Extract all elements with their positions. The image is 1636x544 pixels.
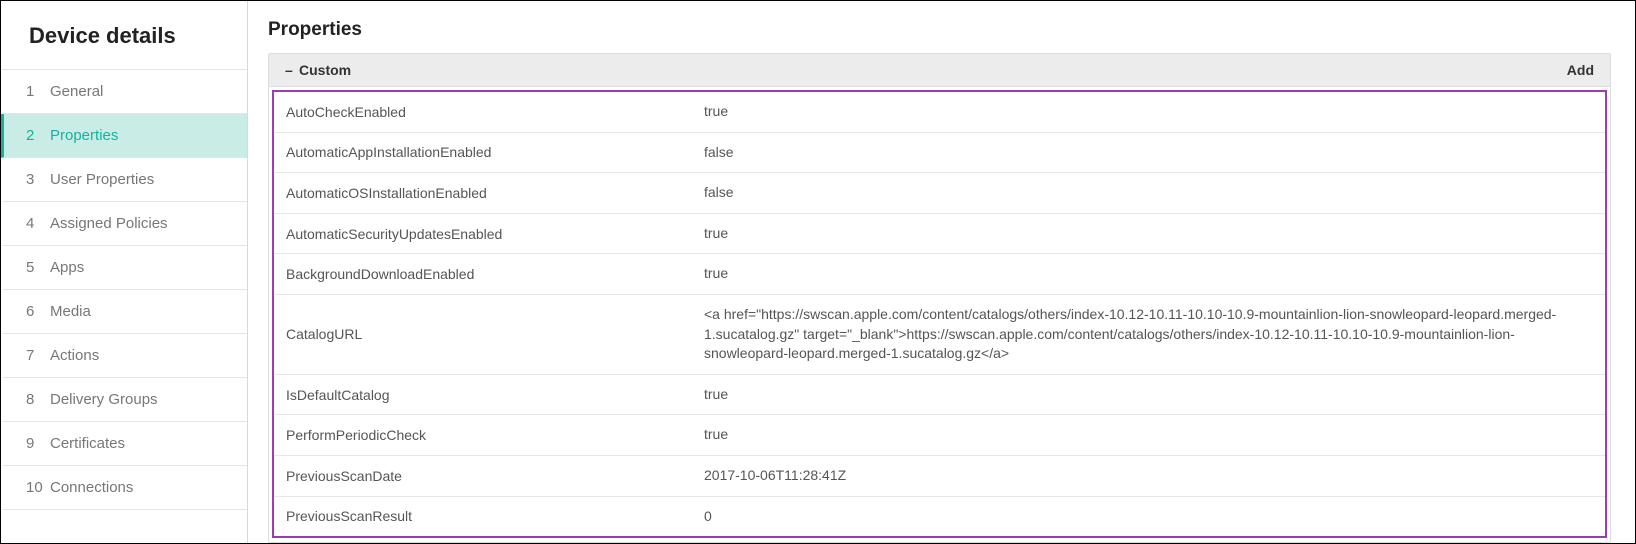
properties-highlight-box: AutoCheckEnabled true AutomaticAppInstal… — [272, 90, 1607, 538]
nav-item-label: General — [50, 83, 103, 100]
property-value: false — [704, 133, 1605, 173]
property-value: 2017-10-06T11:28:41Z — [704, 456, 1605, 496]
property-value: 0 — [704, 497, 1605, 537]
sidebar-item-properties[interactable]: 2 Properties — [1, 114, 247, 158]
add-button[interactable]: Add — [1567, 62, 1594, 78]
page-title: Properties — [268, 19, 1611, 41]
nav-item-number: 8 — [26, 391, 50, 408]
property-value: true — [704, 92, 1605, 132]
property-value: false — [704, 173, 1605, 213]
property-key: PerformPeriodicCheck — [274, 417, 704, 453]
sidebar-item-certificates[interactable]: 9 Certificates — [1, 422, 247, 466]
nav-item-label: Apps — [50, 259, 84, 276]
nav-item-label: Connections — [50, 479, 133, 496]
property-key: IsDefaultCatalog — [274, 377, 704, 413]
sidebar-item-connections[interactable]: 10 Connections — [1, 466, 247, 510]
custom-section: – Custom Add AutoCheckEnabled true Autom… — [268, 53, 1611, 543]
nav-item-number: 10 — [26, 479, 50, 496]
sidebar-item-assigned-policies[interactable]: 4 Assigned Policies — [1, 202, 247, 246]
nav-item-label: Assigned Policies — [50, 215, 168, 232]
property-row[interactable]: PreviousScanResult 0 — [274, 497, 1605, 537]
collapse-icon[interactable]: – — [285, 62, 295, 78]
nav-item-number: 3 — [26, 171, 50, 188]
property-row[interactable]: CatalogURL <a href="https://swscan.apple… — [274, 295, 1605, 375]
property-value: true — [704, 375, 1605, 415]
nav-item-label: User Properties — [50, 171, 154, 188]
property-key: PreviousScanDate — [274, 458, 704, 494]
property-row[interactable]: AutomaticAppInstallationEnabled false — [274, 133, 1605, 174]
nav-item-label: Actions — [50, 347, 99, 364]
nav-item-number: 4 — [26, 215, 50, 232]
property-key: CatalogURL — [274, 316, 704, 352]
property-row[interactable]: IsDefaultCatalog true — [274, 375, 1605, 416]
nav-item-label: Delivery Groups — [50, 391, 158, 408]
section-body: AutoCheckEnabled true AutomaticAppInstal… — [269, 87, 1610, 542]
property-row[interactable]: AutomaticSecurityUpdatesEnabled true — [274, 214, 1605, 255]
sidebar-item-apps[interactable]: 5 Apps — [1, 246, 247, 290]
sidebar-item-actions[interactable]: 7 Actions — [1, 334, 247, 378]
property-row[interactable]: AutoCheckEnabled true — [274, 92, 1605, 133]
property-row[interactable]: PerformPeriodicCheck true — [274, 415, 1605, 456]
property-key: AutomaticSecurityUpdatesEnabled — [274, 216, 704, 252]
nav-item-number: 7 — [26, 347, 50, 364]
nav-item-label: Properties — [50, 127, 118, 144]
section-header[interactable]: – Custom Add — [269, 54, 1610, 87]
property-key: AutomaticOSInstallationEnabled — [274, 175, 704, 211]
nav-item-label: Certificates — [50, 435, 125, 452]
nav-item-number: 6 — [26, 303, 50, 320]
property-value: <a href="https://swscan.apple.com/conten… — [704, 295, 1605, 374]
sidebar: Device details 1 General 2 Properties 3 … — [1, 1, 248, 543]
nav-item-number: 9 — [26, 435, 50, 452]
sidebar-title: Device details — [1, 1, 247, 70]
property-key: BackgroundDownloadEnabled — [274, 256, 704, 292]
nav-item-number: 1 — [26, 83, 50, 100]
property-key: AutoCheckEnabled — [274, 94, 704, 130]
property-value: true — [704, 214, 1605, 254]
nav-item-number: 5 — [26, 259, 50, 276]
property-value: true — [704, 415, 1605, 455]
property-row[interactable]: PreviousScanDate 2017-10-06T11:28:41Z — [274, 456, 1605, 497]
property-row[interactable]: BackgroundDownloadEnabled true — [274, 254, 1605, 295]
sidebar-item-general[interactable]: 1 General — [1, 70, 247, 114]
property-row[interactable]: AutomaticOSInstallationEnabled false — [274, 173, 1605, 214]
nav-item-label: Media — [50, 303, 91, 320]
nav-item-number: 2 — [26, 127, 50, 144]
sidebar-item-media[interactable]: 6 Media — [1, 290, 247, 334]
property-value: true — [704, 254, 1605, 294]
section-title: Custom — [299, 62, 351, 78]
sidebar-item-user-properties[interactable]: 3 User Properties — [1, 158, 247, 202]
main-panel: Properties – Custom Add AutoCheckEnabled… — [248, 1, 1635, 543]
property-key: AutomaticAppInstallationEnabled — [274, 134, 704, 170]
sidebar-item-delivery-groups[interactable]: 8 Delivery Groups — [1, 378, 247, 422]
property-key: PreviousScanResult — [274, 498, 704, 534]
